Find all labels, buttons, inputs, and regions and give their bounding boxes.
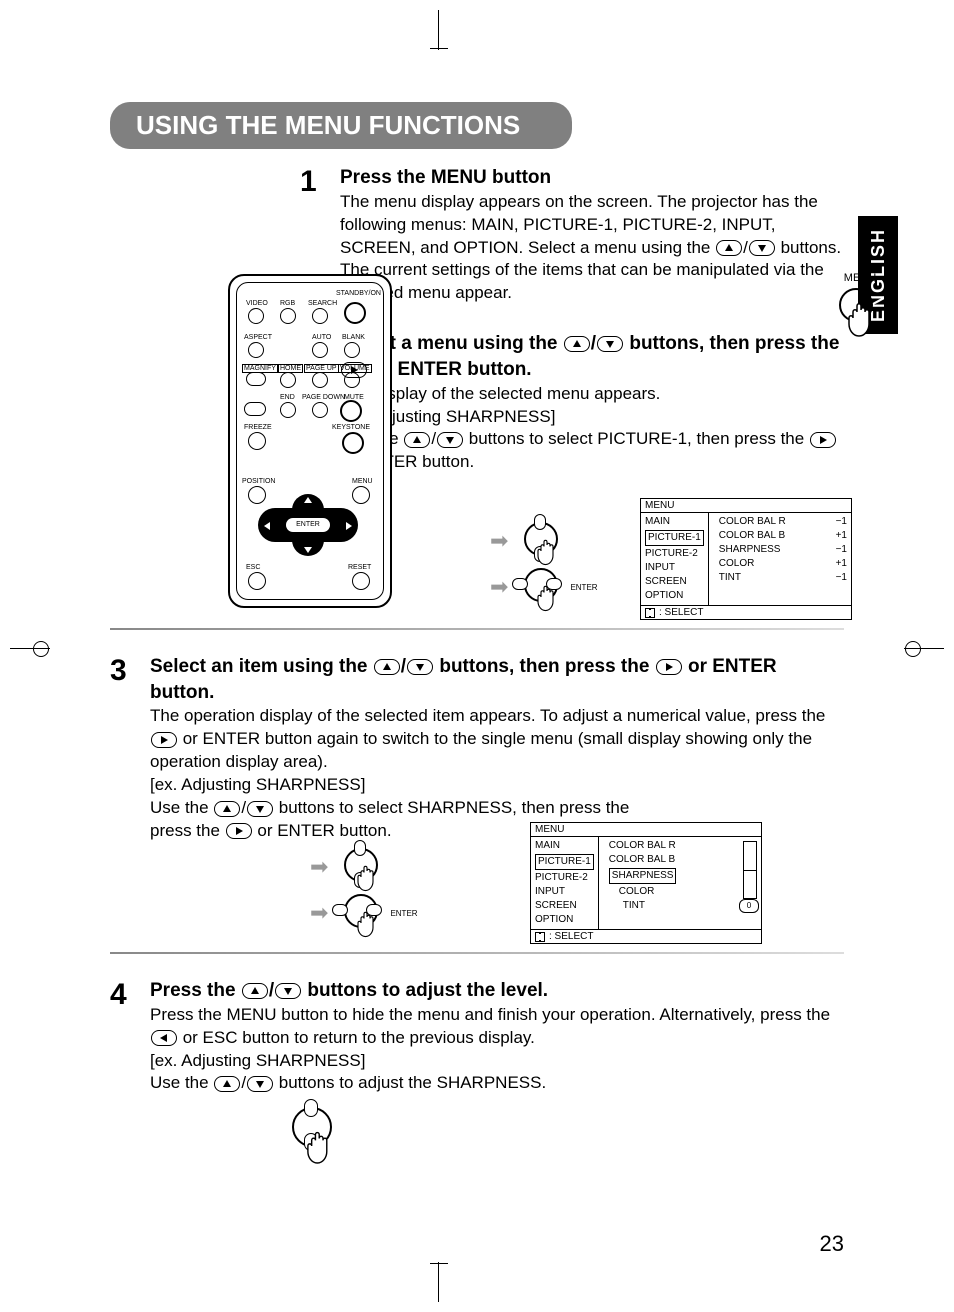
down-icon [597,336,623,352]
hand-icon [356,908,384,938]
hand-icon [306,1127,340,1165]
down-icon [407,659,433,675]
dpad-icon [645,608,655,618]
arrow-right-icon: ➡ [490,574,508,600]
osd-menu-1: MENU MAIN PICTURE-1 PICTURE-2 INPUT SCRE… [640,498,852,620]
up-icon [564,336,590,352]
menu-press-illustration: MENU [810,272,910,352]
dpad-illustration-1: ➡ ➡ ENTER [490,516,598,612]
left-icon [151,1030,177,1046]
right-icon [810,432,836,448]
menu-label: MENU [810,272,910,284]
hand-icon [847,298,883,338]
arrow-right-icon: ➡ [310,854,328,880]
up-icon [242,983,268,999]
step-heading: Press the MENU button [340,167,551,188]
up-icon [214,801,240,817]
dpad-illustration-3 [280,1101,844,1171]
right-icon [226,823,252,839]
arrow-right-icon: ➡ [490,528,508,554]
dpad-illustration-2: ➡ ➡ ENTER [310,842,418,938]
up-icon [374,659,400,675]
hand-icon [536,582,564,612]
slider-track [743,841,757,899]
dpad-icon [535,932,545,942]
down-icon [247,1076,273,1092]
right-icon [341,362,367,378]
down-icon [749,240,775,256]
step-number: 4 [110,978,150,1095]
arrow-right-icon: ➡ [310,900,328,926]
page-number: 23 [820,1231,844,1257]
step-4: 4 Press the / buttons to adjust the leve… [110,978,844,1095]
osd-menu-2: MENU MAIN PICTURE-1 PICTURE-2 INPUT SCRE… [530,822,762,944]
step-number: 3 [110,654,150,843]
right-icon [151,732,177,748]
up-icon [214,1076,240,1092]
section-title: USING THE MENU FUNCTIONS [110,102,572,149]
step-3: 3 Select an item using the / buttons, th… [110,654,844,843]
remote-diagram: VIDEO RGB SEARCH STANDBY/ON ASPECT AUTO … [228,274,392,608]
up-icon [404,432,430,448]
up-icon [716,240,742,256]
down-icon [437,432,463,448]
right-icon [656,659,682,675]
down-icon [275,983,301,999]
down-icon [247,801,273,817]
